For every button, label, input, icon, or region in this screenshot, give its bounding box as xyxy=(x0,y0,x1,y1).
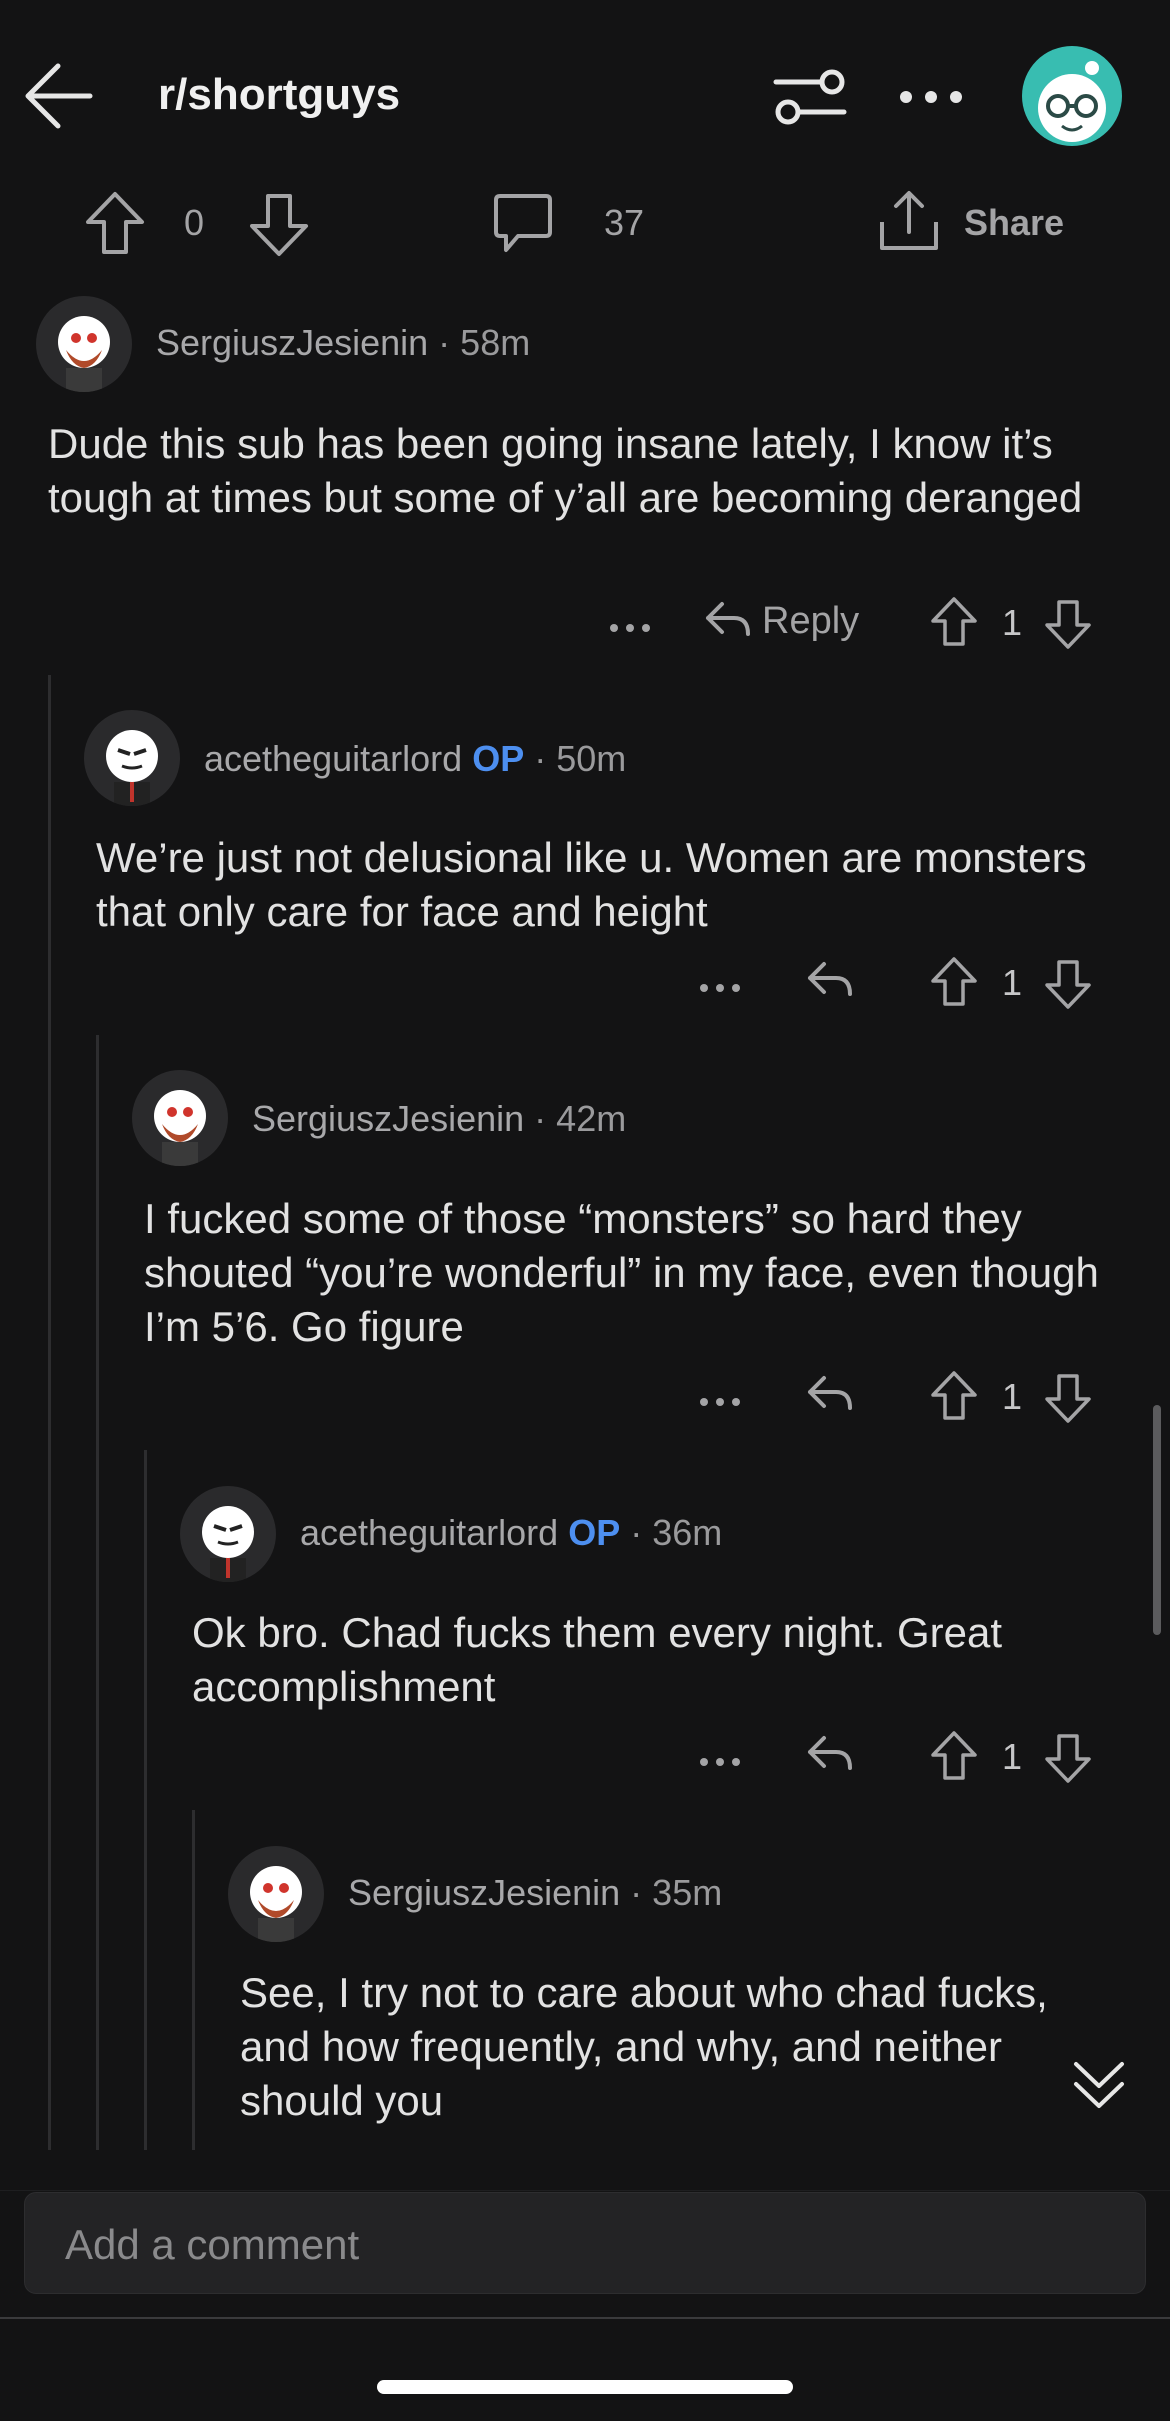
downvote-icon[interactable] xyxy=(1044,1372,1092,1424)
comment-username[interactable]: acetheguitarlord xyxy=(300,1512,558,1553)
comment-actions: 1 xyxy=(600,952,1120,1012)
subreddit-title[interactable]: r/shortguys xyxy=(158,70,400,120)
comment-username[interactable]: SergiuszJesienin xyxy=(252,1098,524,1139)
reply-icon[interactable] xyxy=(804,956,854,1006)
comment-username[interactable]: acetheguitarlord xyxy=(204,738,462,779)
comment-username[interactable]: SergiuszJesienin xyxy=(348,1872,620,1913)
downvote-icon[interactable] xyxy=(1044,598,1092,650)
comment-meta: SergiuszJesienin · 35m xyxy=(348,1872,722,1914)
snoo-avatar-icon xyxy=(154,1090,206,1166)
comment-actions: 1 xyxy=(600,1366,1120,1426)
downvote-icon[interactable] xyxy=(248,192,310,258)
snoo-avatar-icon xyxy=(1038,61,1106,142)
post-score: 0 xyxy=(184,202,205,243)
reply-icon[interactable] xyxy=(804,1730,854,1780)
upvote-icon[interactable] xyxy=(84,190,146,256)
chevron-double-down-icon[interactable] xyxy=(1064,2050,1134,2120)
reply-label[interactable]: Reply xyxy=(762,600,859,643)
thread-line[interactable] xyxy=(192,1810,195,2175)
comment-username[interactable]: SergiuszJesienin xyxy=(156,322,428,363)
upvote-icon[interactable] xyxy=(930,1730,978,1782)
comment-time: 58m xyxy=(460,322,531,363)
downvote-icon[interactable] xyxy=(1044,958,1092,1010)
comment-meta: acetheguitarlord OP · 36m xyxy=(300,1512,722,1554)
divider xyxy=(0,2317,1170,2319)
scrollbar[interactable] xyxy=(1153,1405,1161,1635)
reply-icon[interactable] xyxy=(804,1370,854,1420)
top-bar: r/shortguys xyxy=(0,0,1170,190)
comment-body: Ok bro. Chad fucks them every night. Gre… xyxy=(192,1609,1003,1710)
commenter-avatar[interactable] xyxy=(132,1070,228,1166)
snoo-avatar-icon xyxy=(250,1866,302,1942)
reply-icon[interactable] xyxy=(702,596,752,646)
user-avatar[interactable] xyxy=(1022,46,1122,146)
downvote-icon[interactable] xyxy=(1044,1732,1092,1784)
back-arrow-icon[interactable] xyxy=(22,58,98,134)
commenter-avatar[interactable] xyxy=(84,710,180,806)
upvote-icon[interactable] xyxy=(930,956,978,1008)
post-actions-bar: 0 37 Share xyxy=(0,180,1170,270)
comment-score: 1 xyxy=(1002,1376,1023,1417)
comment-time: 36m xyxy=(652,1512,723,1553)
meta-separator: · xyxy=(534,738,557,779)
op-badge: OP xyxy=(568,1512,621,1553)
thread-line[interactable] xyxy=(96,1035,99,2175)
share-icon[interactable] xyxy=(878,188,940,254)
meta-separator: · xyxy=(630,1872,653,1913)
add-comment-input[interactable]: Add a comment xyxy=(24,2192,1146,2294)
comment-score: 1 xyxy=(1002,602,1023,643)
comment-score: 1 xyxy=(1002,962,1023,1003)
home-indicator[interactable] xyxy=(377,2380,793,2394)
snoo-avatar-icon xyxy=(58,316,110,392)
comment-more-icon[interactable] xyxy=(698,1732,742,1776)
snoo-avatar-icon xyxy=(106,730,158,806)
comment-meta: SergiuszJesienin · 42m xyxy=(252,1098,626,1140)
comment-score: 1 xyxy=(1002,1736,1023,1777)
commenter-avatar[interactable] xyxy=(36,296,132,392)
comment-body: I fucked some of those “monsters” so har… xyxy=(144,1195,1099,1350)
comment-body: Dude this sub has been going insane late… xyxy=(48,420,1083,521)
comment-more-icon[interactable] xyxy=(698,1372,742,1416)
ellipsis-icon[interactable] xyxy=(896,62,966,132)
meta-separator: · xyxy=(630,1512,653,1553)
add-comment-placeholder: Add a comment xyxy=(65,2221,360,2268)
comment-body: See, I try not to care about who chad fu… xyxy=(240,1969,1048,2124)
comment-more-icon[interactable] xyxy=(608,598,652,642)
thread-line[interactable] xyxy=(48,675,51,2175)
share-label[interactable]: Share xyxy=(964,202,1064,244)
thread-line[interactable] xyxy=(144,1450,147,2175)
commenter-avatar[interactable] xyxy=(228,1846,324,1942)
comment-time: 50m xyxy=(556,738,627,779)
comment-meta: acetheguitarlord OP · 50m xyxy=(204,738,626,780)
commenter-avatar[interactable] xyxy=(180,1486,276,1582)
comment-bubble-icon[interactable] xyxy=(492,192,554,256)
sliders-icon[interactable] xyxy=(770,62,850,132)
meta-separator: · xyxy=(438,322,461,363)
comment-time: 42m xyxy=(556,1098,627,1139)
comment-more-icon[interactable] xyxy=(698,958,742,1002)
snoo-avatar-icon xyxy=(202,1506,254,1582)
upvote-icon[interactable] xyxy=(930,596,978,648)
meta-separator: · xyxy=(534,1098,557,1139)
comment-body: We’re just not delusional like u. Women … xyxy=(96,834,1087,935)
comment-count: 37 xyxy=(604,202,645,243)
comment-meta: SergiuszJesienin · 58m xyxy=(156,322,530,364)
comment-actions: Reply 1 xyxy=(600,592,1120,652)
comment-actions: 1 xyxy=(600,1726,1120,1786)
upvote-icon[interactable] xyxy=(930,1370,978,1422)
op-badge: OP xyxy=(472,738,525,779)
comment-time: 35m xyxy=(652,1872,723,1913)
